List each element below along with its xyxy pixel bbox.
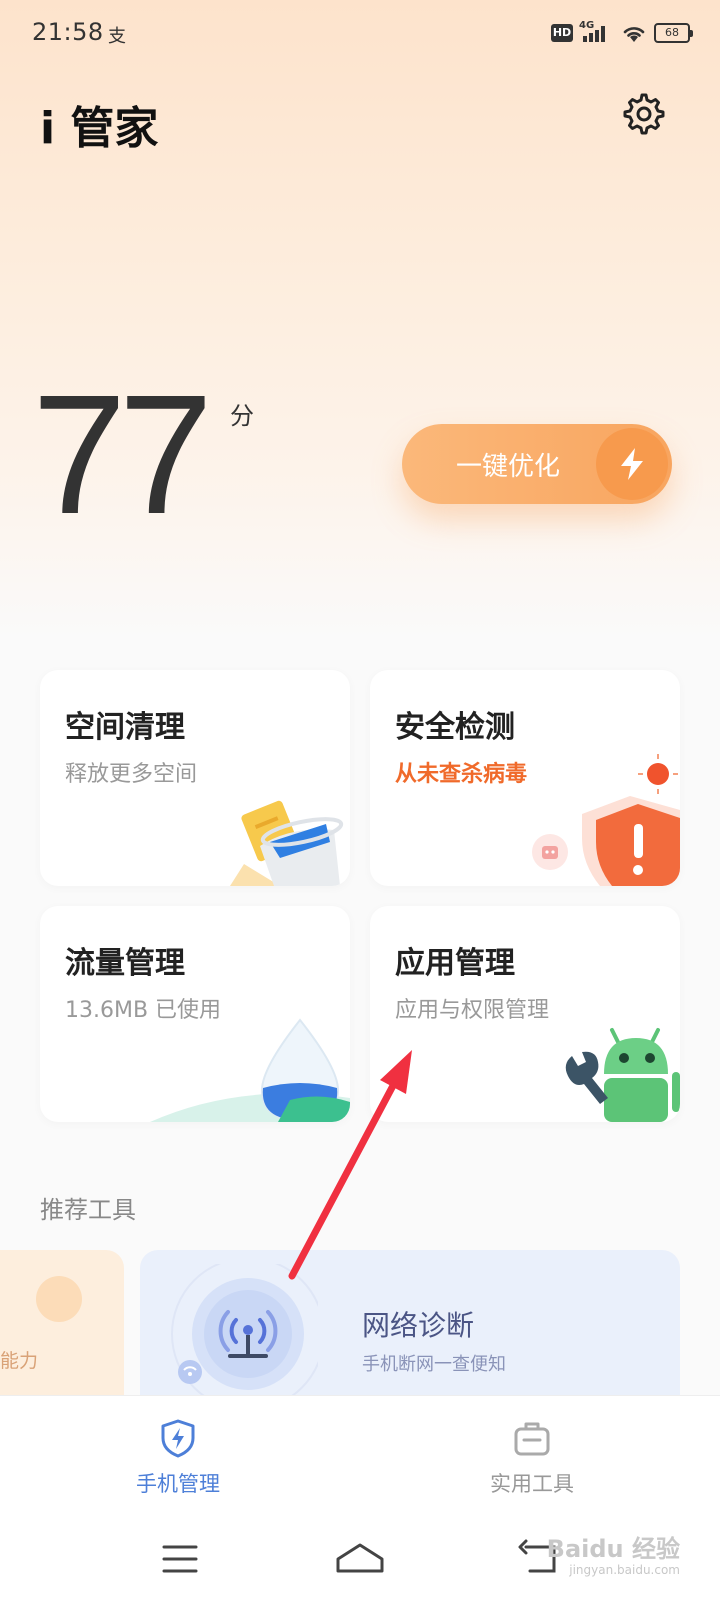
tool-card-partial[interactable]: 能力 <box>0 1250 124 1396</box>
tab-phone-management[interactable]: 手机管理 <box>98 1396 258 1506</box>
gear-icon[interactable] <box>622 92 666 136</box>
water-drop-icon <box>150 1018 350 1122</box>
bottom-tab-bar: 手机管理 实用工具 <box>0 1395 720 1515</box>
network-type-label: 4G <box>579 20 594 31</box>
card-space-cleanup[interactable]: 空间清理 释放更多空间 <box>40 670 350 886</box>
lightning-icon <box>596 428 668 500</box>
signal-icon: 4G <box>579 20 605 42</box>
tab-label: 手机管理 <box>136 1472 220 1496</box>
home-icon[interactable] <box>330 1533 390 1583</box>
tab-utility-tools[interactable]: 实用工具 <box>452 1396 612 1506</box>
optimize-label: 一键优化 <box>456 452 561 482</box>
watermark: Baidu 经验 <box>546 1535 680 1563</box>
system-nav-bar: Baidu 经验 jingyan.baidu.com <box>0 1515 720 1600</box>
menu-icon[interactable] <box>150 1533 210 1583</box>
card-app-management[interactable]: 应用管理 应用与权限管理 <box>370 906 680 1122</box>
tool-label-partial: 能力 <box>0 1350 39 1372</box>
status-time: 21:58 <box>32 18 104 46</box>
card-title: 应用管理 <box>395 946 515 981</box>
card-title: 流量管理 <box>65 946 185 981</box>
watermark-url: jingyan.baidu.com <box>569 1563 680 1577</box>
card-data-usage[interactable]: 流量管理 13.6MB 已使用 <box>40 906 350 1122</box>
card-subtitle: 应用与权限管理 <box>395 998 550 1023</box>
status-bar: 21:58 支 HD 4G 68 <box>0 0 720 70</box>
hd-icon: HD <box>551 24 573 42</box>
score-unit: 分 <box>230 402 254 430</box>
cleanup-bucket-icon <box>230 800 344 886</box>
wifi-icon <box>623 27 645 42</box>
section-title-recommended-tools: 推荐工具 <box>40 1196 136 1224</box>
shield-warning-icon <box>532 754 680 886</box>
card-subtitle: 释放更多空间 <box>65 762 198 787</box>
tool-card-network-diagnosis[interactable]: 网络诊断 手机断网一查便知 <box>140 1250 680 1396</box>
network-antenna-icon <box>171 1264 318 1396</box>
card-title: 空间清理 <box>65 710 185 745</box>
health-score: 77 <box>32 360 213 550</box>
notification-app-icon: 支 <box>108 26 126 47</box>
tab-label: 实用工具 <box>490 1472 574 1496</box>
card-security-scan[interactable]: 安全检测 从未查杀病毒 <box>370 670 680 886</box>
battery-icon: 68 <box>654 23 693 43</box>
one-click-optimize-button[interactable]: 一键优化 <box>402 424 672 504</box>
app-title: i 管家 <box>40 103 159 154</box>
tool-subtitle: 手机断网一查便知 <box>362 1354 506 1375</box>
card-title: 安全检测 <box>395 710 515 745</box>
android-robot-icon <box>565 1028 680 1122</box>
tool-title: 网络诊断 <box>362 1309 475 1342</box>
toolbox-icon <box>514 1422 550 1456</box>
shield-lightning-icon <box>161 1419 195 1458</box>
card-icon <box>36 1276 82 1322</box>
card-subtitle-warning: 从未查杀病毒 <box>395 762 528 787</box>
